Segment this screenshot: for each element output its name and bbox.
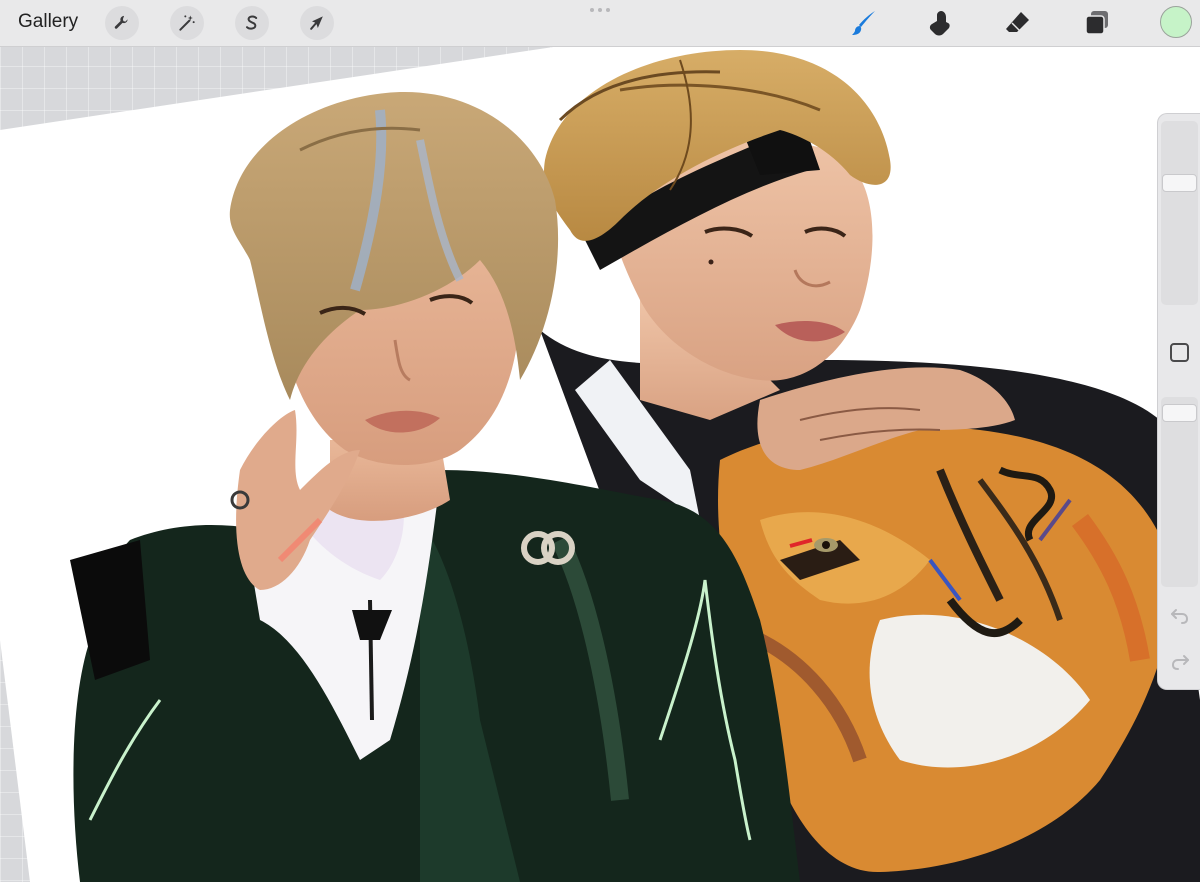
color-picker-button[interactable] — [1160, 6, 1192, 38]
smudge-icon — [929, 11, 950, 36]
gallery-button[interactable]: Gallery — [18, 11, 78, 33]
layers-button[interactable] — [1080, 6, 1114, 40]
opacity-slider[interactable] — [1161, 397, 1198, 587]
brush-size-slider[interactable] — [1161, 121, 1198, 305]
transform-button[interactable] — [300, 6, 334, 40]
magic-wand-icon — [179, 15, 195, 31]
wrench-icon — [114, 15, 128, 29]
artwork[interactable] — [0, 0, 1200, 882]
brush-size-thumb[interactable] — [1162, 174, 1197, 192]
paint-tool-button[interactable] — [847, 6, 881, 40]
opacity-thumb[interactable] — [1162, 404, 1197, 422]
adjustments-button[interactable] — [170, 6, 204, 40]
layers-icon — [1085, 11, 1108, 35]
drawing-canvas[interactable] — [0, 0, 1200, 882]
undo-arrow-icon[interactable] — [1168, 604, 1192, 628]
actions-button[interactable] — [105, 6, 139, 40]
toolbar-grabber[interactable] — [590, 8, 610, 12]
procreate-app: Gallery — [0, 0, 1200, 882]
selection-button[interactable] — [235, 6, 269, 40]
top-toolbar: Gallery — [0, 0, 1200, 47]
brush-icon — [852, 11, 875, 35]
smudge-tool-button[interactable] — [923, 6, 957, 40]
selection-s-icon — [246, 15, 258, 30]
redo-arrow-icon[interactable] — [1168, 650, 1192, 674]
eraser-icon — [1006, 12, 1029, 32]
brush-sidebar — [1157, 113, 1200, 690]
arrow-cursor-icon — [310, 16, 323, 30]
erase-tool-button[interactable] — [1001, 6, 1035, 40]
modify-button[interactable] — [1170, 343, 1189, 362]
